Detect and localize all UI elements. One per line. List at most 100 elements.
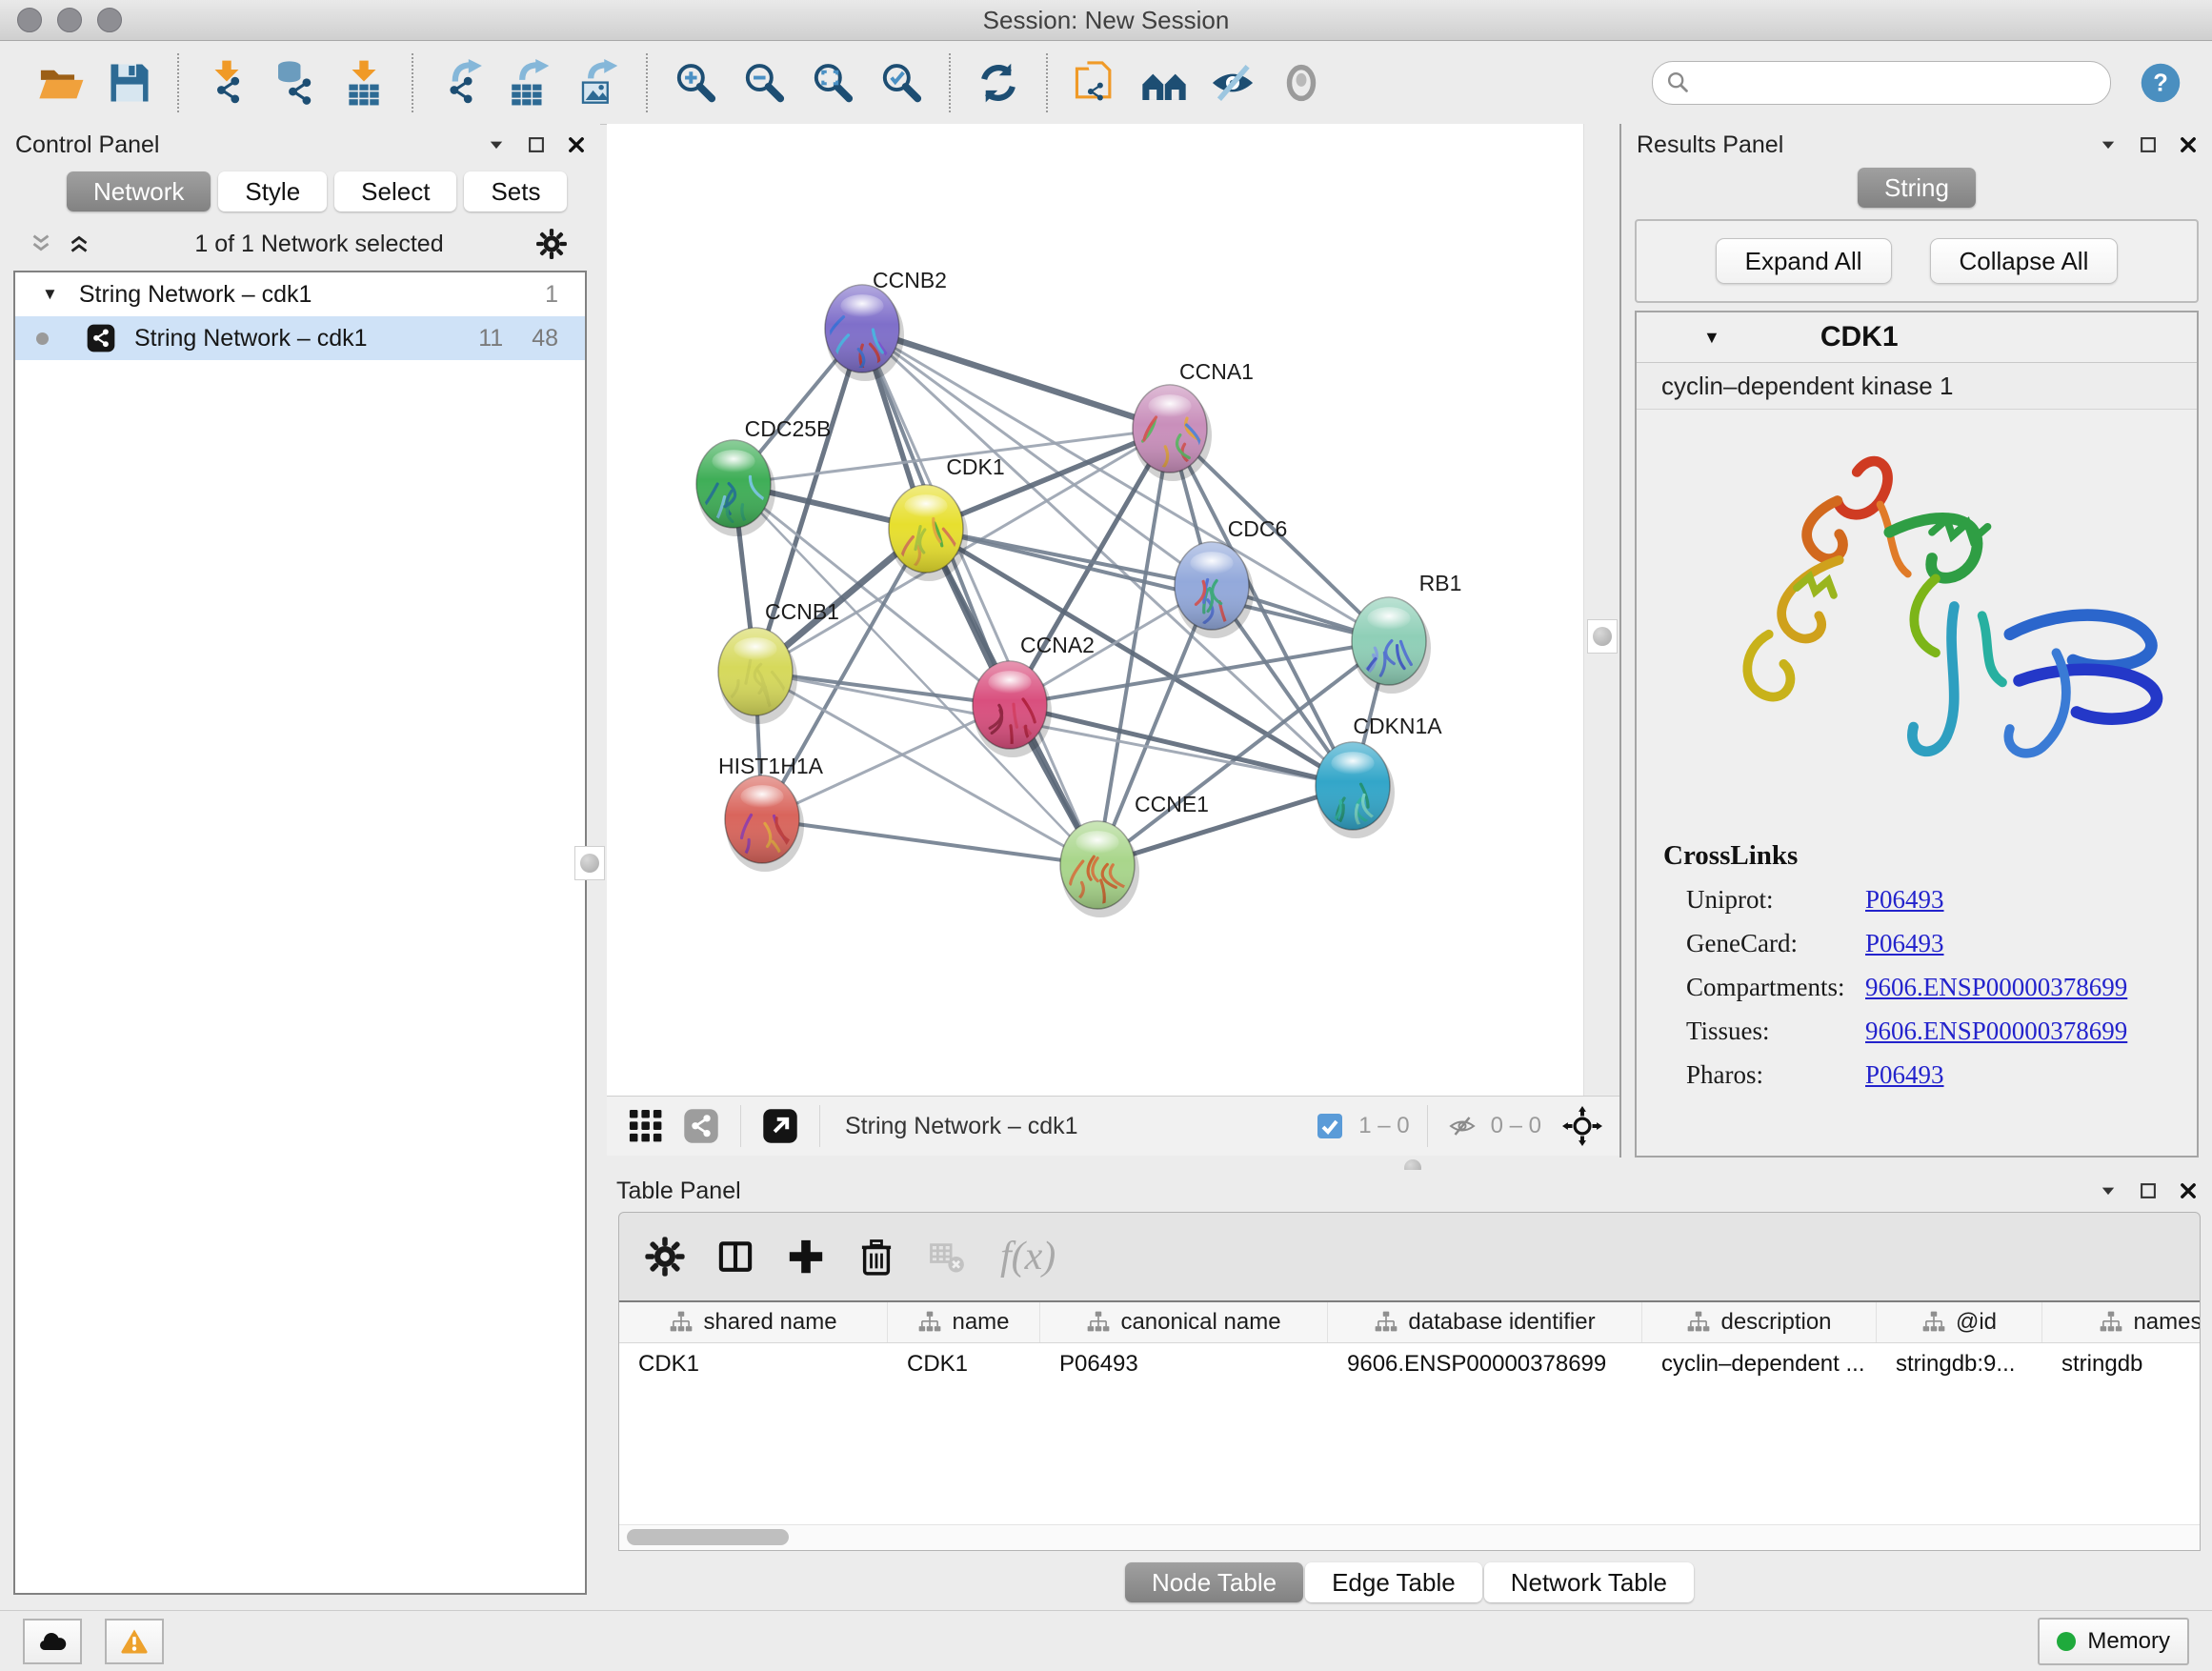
close-icon[interactable] [566,134,587,155]
caret-down-icon[interactable]: ▼ [42,285,58,304]
crosslink-link[interactable]: P06493 [1865,1060,1944,1090]
warnings-button[interactable] [105,1619,164,1664]
caret-down-icon[interactable] [2098,134,2119,155]
search-input[interactable] [1693,65,2095,101]
results-panel: Results Panel String Expand All Collapse… [1619,124,2212,1158]
chevron-double-up-icon[interactable] [65,230,93,258]
left-splitter-handle[interactable] [574,846,605,880]
expand-all-button[interactable]: Expand All [1716,238,1892,284]
import-network-database-icon[interactable] [269,56,322,110]
save-session-icon[interactable] [103,56,156,110]
node-label: CDK1 [946,454,1004,479]
help-button[interactable]: ? [2134,56,2187,110]
network-edge[interactable] [1010,705,1353,786]
network-edge[interactable] [862,329,1389,641]
caret-down-icon[interactable]: ▼ [1703,328,1720,348]
refresh-icon[interactable] [972,56,1025,110]
horizontal-scrollbar[interactable] [619,1524,2200,1550]
close-icon[interactable] [2178,1180,2199,1201]
selected-checkbox-icon[interactable] [1315,1111,1345,1141]
network-row-selected[interactable]: String Network – cdk1 11 48 [15,316,585,360]
network-edge[interactable] [862,329,1170,429]
column-header-namespace[interactable]: namespace [2042,1302,2200,1342]
network-node-CCNB2[interactable] [825,285,904,381]
open-session-icon[interactable] [34,56,88,110]
network-edge[interactable] [862,329,1097,865]
network-overview-icon[interactable] [681,1106,721,1146]
column-header-database-identifier[interactable]: database identifier [1328,1302,1642,1342]
column-header-name[interactable]: name [888,1302,1040,1342]
network-node-CCNA1[interactable] [1133,385,1212,481]
node-label: CDC6 [1228,516,1288,541]
gene-header-row[interactable]: ▼ CDK1 [1637,312,2197,363]
network-node-CCNA2[interactable] [973,661,1052,757]
network-collection-row[interactable]: ▼ String Network – cdk1 1 [15,272,585,316]
network-node-HIST1H1A[interactable] [725,775,804,872]
column-label: database identifier [1408,1309,1595,1336]
show-networks-overview-icon[interactable] [1137,56,1191,110]
crosslink-link[interactable]: 9606.ENSP00000378699 [1865,1017,2127,1046]
tab-select[interactable]: Select [334,171,456,211]
delete-icon[interactable] [855,1236,897,1278]
export-network-icon[interactable] [434,56,488,110]
hide-panel-icon[interactable] [1206,56,1259,110]
column-header-@id[interactable]: @id [1877,1302,2042,1342]
close-icon[interactable] [2178,134,2199,155]
crosshair-icon[interactable] [1562,1106,1602,1146]
import-network-file-icon[interactable] [200,56,253,110]
column-header-canonical-name[interactable]: canonical name [1040,1302,1328,1342]
export-image-icon[interactable] [572,56,625,110]
columns-icon[interactable] [714,1236,756,1278]
table-row[interactable]: CDK1CDK1P064939606.ENSP00000378699cyclin… [619,1343,2200,1385]
tab-string[interactable]: String [1858,168,1976,208]
float-icon[interactable] [526,134,547,155]
horizontal-scrollbar-thumb[interactable] [627,1529,789,1545]
fit-content-icon[interactable] [760,1106,800,1146]
function-builder-button[interactable]: f(x) [1000,1234,1056,1279]
zoom-in-icon[interactable] [669,56,722,110]
crosslink-link[interactable]: P06493 [1865,885,1944,915]
column-label: description [1720,1309,1831,1336]
network-node-CDC25B[interactable] [696,440,775,536]
memory-button[interactable]: Memory [2038,1618,2189,1665]
search-box[interactable] [1652,61,2111,105]
caret-down-icon[interactable] [2098,1180,2119,1201]
crosslink-link[interactable]: 9606.ENSP00000378699 [1865,973,2127,1002]
add-row-icon[interactable] [785,1236,827,1278]
network-node-CCNE1[interactable] [1060,821,1139,917]
open-in-string-icon[interactable] [1069,56,1122,110]
import-table-icon[interactable] [337,56,391,110]
tab-node-table[interactable]: Node Table [1125,1562,1303,1602]
tab-network[interactable]: Network [67,171,211,211]
float-icon[interactable] [2138,134,2159,155]
right-splitter-handle[interactable] [1587,619,1618,654]
network-options-gear-icon[interactable] [535,228,568,260]
tab-style[interactable]: Style [218,171,327,211]
network-view-toolbar: String Network – cdk1 1 – 0 0 – 0 [607,1096,1619,1156]
collapse-all-button[interactable]: Collapse All [1930,238,2119,284]
column-header-shared-name[interactable]: shared name [619,1302,888,1342]
chevron-double-down-icon[interactable] [27,230,55,258]
export-table-icon[interactable] [503,56,556,110]
crosslink-link[interactable]: P06493 [1865,929,1944,958]
gear-icon[interactable] [644,1236,686,1278]
cloud-button[interactable] [23,1619,82,1664]
toggle-visibility-icon[interactable] [1275,56,1328,110]
birds-eye-grid-icon[interactable] [626,1106,666,1146]
network-node-CDK1[interactable] [889,485,968,581]
network-edge[interactable] [762,819,1097,865]
tab-sets[interactable]: Sets [464,171,567,211]
tab-network-table[interactable]: Network Table [1484,1562,1694,1602]
caret-down-icon[interactable] [486,134,507,155]
network-node-CDC6[interactable] [1175,542,1254,638]
network-node-CDKN1A[interactable] [1316,742,1395,838]
column-header-description[interactable]: description [1642,1302,1877,1342]
zoom-selected-icon[interactable] [875,56,928,110]
zoom-fit-icon[interactable] [806,56,859,110]
tab-edge-table[interactable]: Edge Table [1305,1562,1482,1602]
float-icon[interactable] [2138,1180,2159,1201]
zoom-out-icon[interactable] [737,56,791,110]
network-node-RB1[interactable] [1352,597,1431,694]
delete-table-icon[interactable] [926,1236,968,1278]
network-canvas[interactable]: CCNB2CCNA1CDC25BCDK1CDC6RB1CCNB1CCNA2CDK… [607,124,1619,1096]
